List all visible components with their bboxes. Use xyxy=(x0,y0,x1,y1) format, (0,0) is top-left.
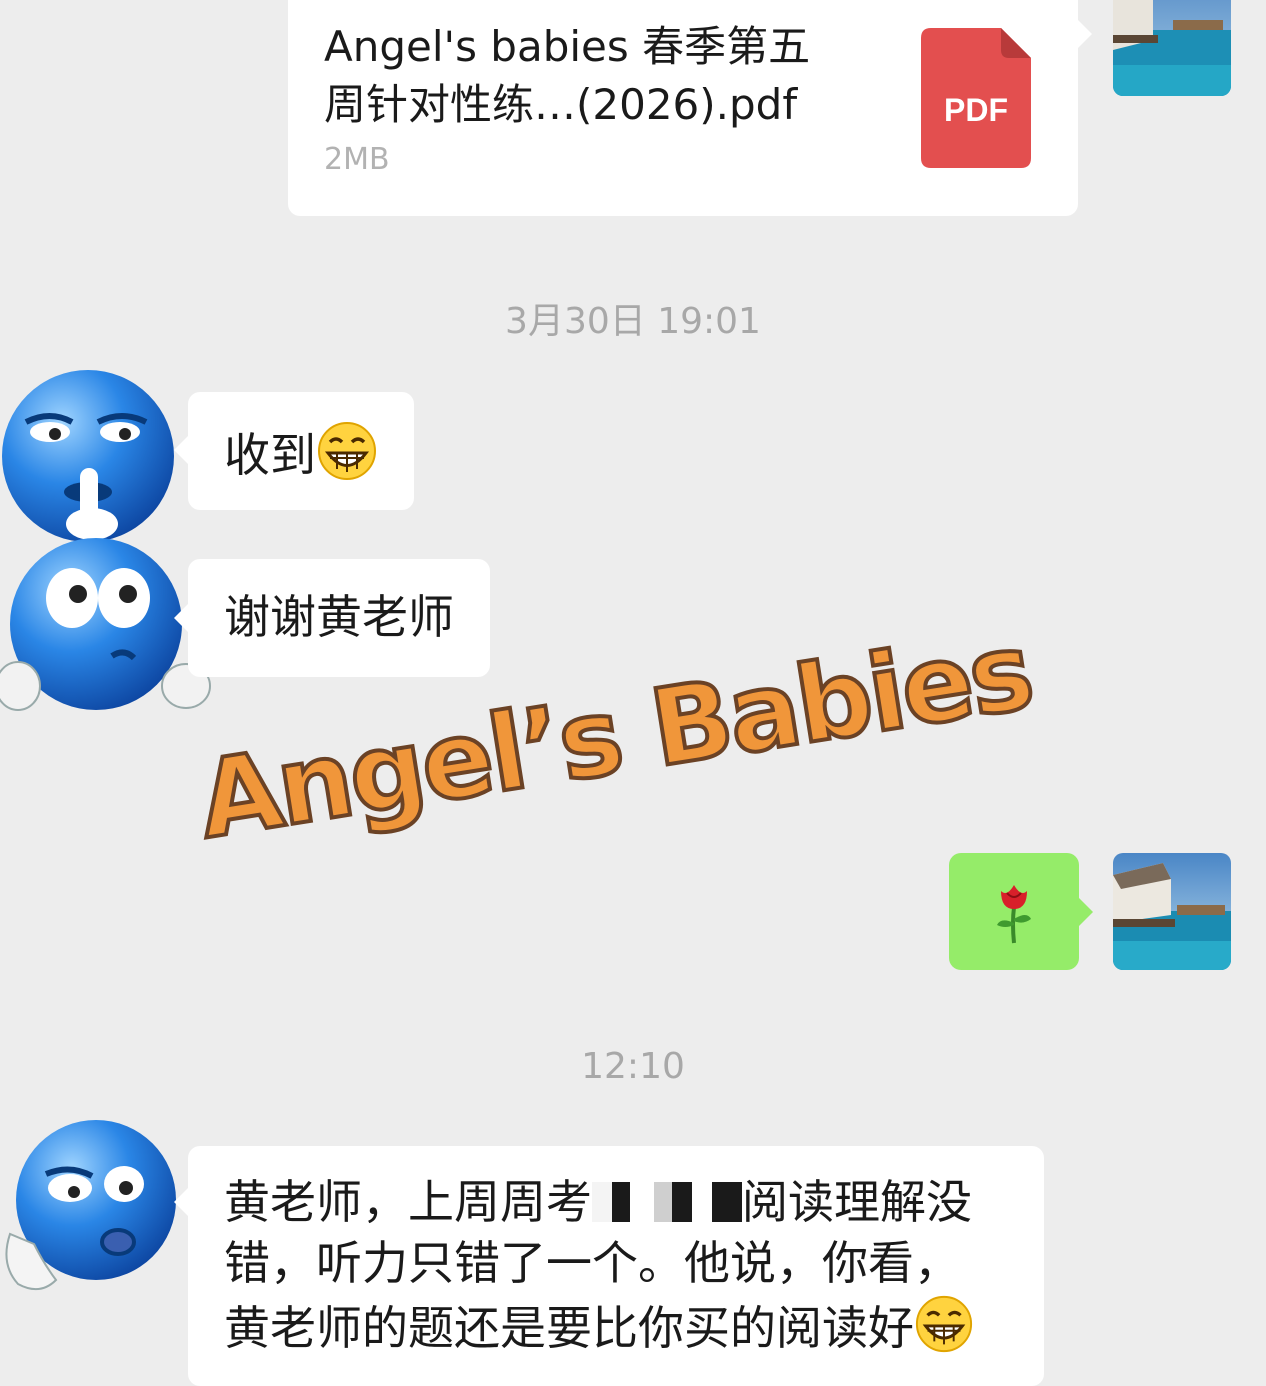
self-avatar[interactable] xyxy=(1113,0,1231,96)
pdf-file-icon: PDF xyxy=(921,28,1031,168)
file-size: 2MB xyxy=(324,142,390,177)
message-text: 谢谢黄老师 xyxy=(224,590,454,644)
rose-icon xyxy=(993,879,1035,949)
bubble-tail xyxy=(174,436,188,464)
timestamp: 12:10 xyxy=(581,1046,685,1087)
timestamp: 3月30日 19:01 xyxy=(505,301,761,342)
grinning-face-icon xyxy=(914,1294,974,1369)
message-bubble-self[interactable] xyxy=(949,853,1079,970)
bubble-tail xyxy=(1079,898,1093,926)
message-text-line-3: 黄老师的题还是要比你买的阅读好 xyxy=(224,1294,1024,1369)
grinning-face-icon xyxy=(316,420,378,497)
message-text: 收到 xyxy=(224,428,316,482)
bubble-tail xyxy=(174,1188,188,1216)
message-bubble[interactable]: 黄老师，上周周考 阅读理解没 错，听力只错了一个。他说，你看， 黄老师的题还是要比… xyxy=(188,1146,1044,1386)
contact-avatar-ok-emoji[interactable] xyxy=(0,1114,180,1294)
file-message-card[interactable]: Angel's babies 春季第五 周针对性练…(2026).pdf 2MB… xyxy=(288,0,1078,216)
message-text-line-1: 黄老师，上周周考 阅读理解没 xyxy=(224,1175,972,1229)
contact-avatar-shush-emoji[interactable] xyxy=(0,364,180,544)
message-bubble[interactable]: 谢谢黄老师 xyxy=(188,559,490,677)
message-text-line-2: 错，听力只错了一个。他说，你看， xyxy=(224,1236,960,1290)
bubble-tail xyxy=(1078,20,1092,48)
redacted-region xyxy=(592,1182,742,1222)
message-bubble[interactable]: 收到 xyxy=(188,392,414,510)
bubble-tail xyxy=(174,604,188,632)
pdf-icon-label: PDF xyxy=(944,92,1008,128)
self-avatar[interactable] xyxy=(1113,853,1231,970)
file-name: Angel's babies 春季第五 周针对性练…(2026).pdf xyxy=(324,22,811,129)
